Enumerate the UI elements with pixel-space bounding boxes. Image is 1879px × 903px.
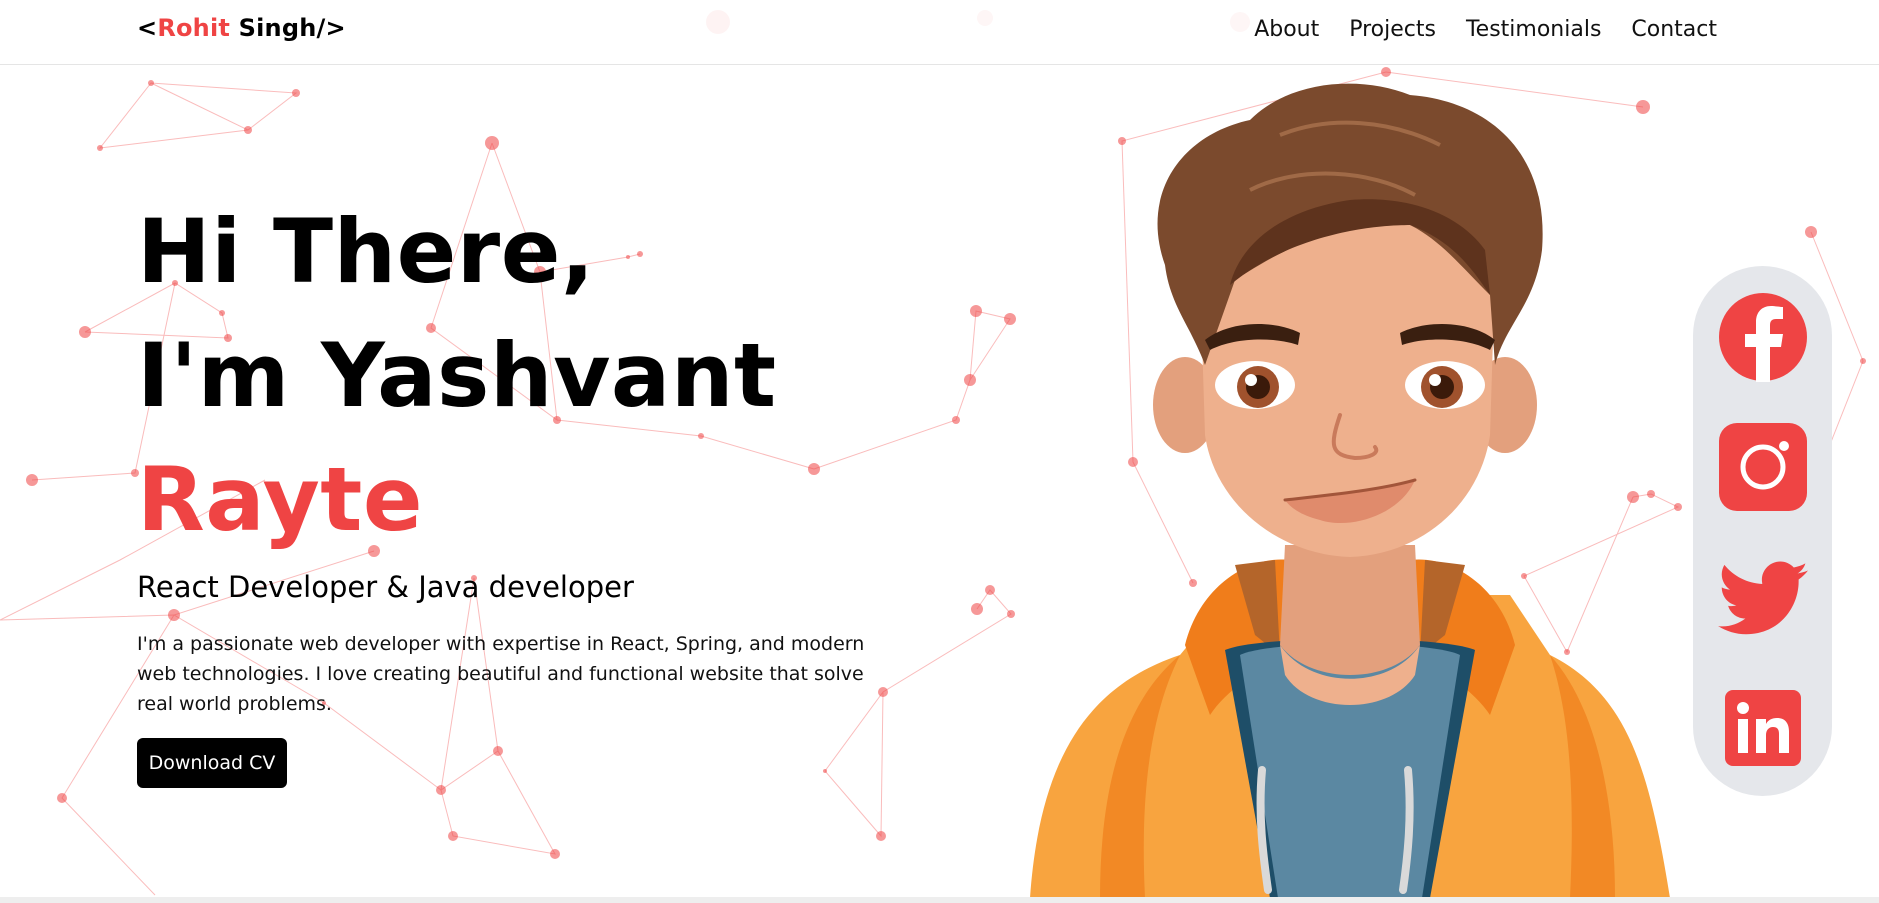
twitter-icon[interactable]	[1718, 554, 1808, 644]
nav-links: About Projects Testimonials Contact	[1254, 17, 1717, 42]
logo-first-name: Rohit	[157, 14, 231, 42]
avatar-illustration	[1030, 83, 1670, 898]
download-cv-button[interactable]: Download CV	[137, 738, 287, 788]
site-logo[interactable]: <Rohit Singh/>	[137, 14, 346, 42]
navbar: <Rohit Singh/> About Projects Testimonia…	[0, 0, 1879, 65]
logo-open-bracket: <	[137, 14, 158, 42]
hero-name: I'm Yashvant	[137, 324, 777, 427]
hero-surname: Rayte	[137, 448, 424, 551]
social-links-bar	[1693, 266, 1832, 796]
hero-heading: Hi There, I'm Yashvant Rayte	[137, 190, 777, 562]
hero-greeting: Hi There,	[137, 200, 595, 303]
linkedin-icon[interactable]	[1718, 683, 1808, 773]
nav-link-contact[interactable]: Contact	[1631, 17, 1717, 42]
instagram-icon[interactable]	[1718, 422, 1808, 512]
facebook-icon[interactable]	[1718, 292, 1808, 382]
hero-role: React Developer & Java developer	[137, 570, 634, 604]
instagram-icon-graphic	[1719, 423, 1807, 511]
nav-link-testimonials[interactable]: Testimonials	[1466, 17, 1601, 42]
twitter-icon-graphic	[1718, 561, 1808, 635]
nav-link-projects[interactable]: Projects	[1349, 17, 1436, 42]
facebook-icon-graphic	[1719, 293, 1807, 382]
linkedin-icon-graphic	[1725, 690, 1801, 766]
hero-bio: I'm a passionate web developer with expe…	[137, 633, 865, 715]
logo-last-name: Singh/>	[230, 14, 346, 42]
page-bottom-divider	[0, 897, 1879, 903]
nav-link-about[interactable]: About	[1254, 17, 1319, 42]
